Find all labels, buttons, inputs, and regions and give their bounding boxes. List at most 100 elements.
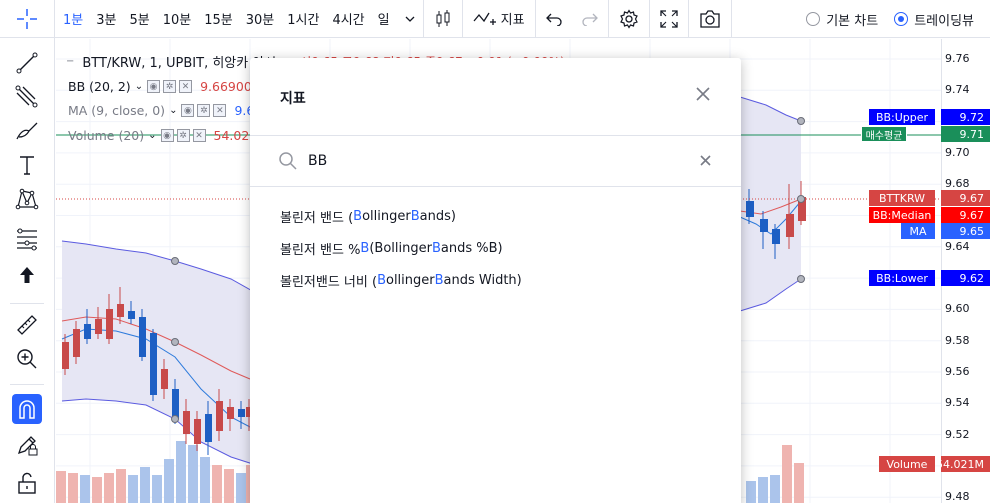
volume-bar bbox=[176, 441, 186, 503]
brush-tool[interactable] bbox=[12, 116, 42, 146]
band-drag-handle bbox=[171, 338, 179, 346]
gear-icon[interactable]: ✲ bbox=[176, 129, 190, 142]
pattern-tool[interactable] bbox=[12, 184, 42, 214]
chevron-down-icon[interactable]: ⌄ bbox=[148, 130, 156, 141]
candle-body bbox=[746, 201, 754, 217]
magnet-tool[interactable] bbox=[12, 394, 42, 424]
price-tag-name: BB:Upper bbox=[869, 109, 935, 125]
bollinger-band-fill bbox=[62, 241, 256, 465]
candle-body bbox=[238, 409, 245, 417]
ruler-tool[interactable] bbox=[12, 310, 42, 340]
interval-7[interactable]: 4시간 bbox=[332, 9, 364, 28]
text-tool[interactable] bbox=[12, 150, 42, 180]
chevron-down-icon[interactable]: ⌄ bbox=[169, 105, 177, 116]
zoom-tool[interactable] bbox=[12, 344, 42, 374]
result-text: ands) bbox=[419, 208, 456, 224]
redo-button[interactable] bbox=[572, 0, 608, 38]
band-drag-handle bbox=[797, 117, 805, 125]
interval-dropdown[interactable] bbox=[403, 0, 423, 38]
volume-bar bbox=[212, 465, 222, 503]
ma-legend-label: MA (9, close, 0) bbox=[68, 103, 166, 118]
price-tick-label: 9.52 bbox=[945, 427, 970, 441]
chart-mode-label: 트레이딩뷰 bbox=[914, 13, 974, 29]
undo-icon bbox=[545, 13, 562, 26]
chevron-down-icon[interactable]: ⌄ bbox=[135, 81, 143, 92]
volume-bar bbox=[164, 459, 174, 503]
pitchfork-tool[interactable] bbox=[12, 82, 42, 112]
fullscreen-button[interactable] bbox=[650, 0, 688, 38]
close-icon[interactable]: ✕ bbox=[192, 129, 206, 142]
arrow-up-icon bbox=[20, 267, 34, 283]
legend-ma: MA (9, close, 0) ⌄ ◉ ✲ ✕ 9.65 bbox=[68, 103, 262, 118]
interval-8[interactable]: 일 bbox=[378, 9, 390, 28]
eye-icon[interactable]: ◉ bbox=[181, 104, 195, 117]
interval-1[interactable]: 3분 bbox=[96, 9, 116, 28]
eye-icon[interactable]: ◉ bbox=[160, 129, 174, 142]
volume-bar bbox=[68, 473, 78, 503]
volume-bar bbox=[188, 445, 198, 503]
lock-drawings-tool[interactable] bbox=[12, 430, 42, 460]
candle-body bbox=[172, 389, 179, 419]
settings-button[interactable] bbox=[609, 0, 649, 38]
volume-bar bbox=[128, 475, 138, 503]
close-icon[interactable]: ✕ bbox=[179, 80, 193, 93]
volume-bar bbox=[80, 475, 90, 503]
gear-icon bbox=[619, 8, 638, 29]
undo-button[interactable] bbox=[536, 0, 572, 38]
chart-mode-radio-1[interactable]: 트레이딩뷰 bbox=[894, 10, 974, 29]
close-icon[interactable] bbox=[695, 86, 711, 102]
result-text: (Bollinger bbox=[369, 240, 432, 256]
collapse-icon[interactable]: − bbox=[66, 56, 74, 67]
result-text: 볼린저 밴드 ( bbox=[280, 210, 354, 226]
fib-tool[interactable] bbox=[12, 224, 42, 254]
interval-4[interactable]: 15분 bbox=[204, 9, 233, 28]
indicator-wave-icon bbox=[473, 12, 496, 25]
gear-icon[interactable]: ✲ bbox=[163, 80, 177, 93]
crosshair-tool[interactable] bbox=[0, 0, 55, 38]
interval-6[interactable]: 1시간 bbox=[287, 9, 319, 28]
indicator-search-input[interactable] bbox=[308, 148, 688, 174]
fullscreen-icon bbox=[659, 9, 678, 28]
interval-5[interactable]: 30분 bbox=[246, 9, 275, 28]
radio-circle bbox=[806, 12, 821, 26]
volume-legend-label: Volume (20) bbox=[68, 128, 145, 143]
result-match-highlight: B bbox=[353, 208, 363, 224]
price-tag-name: 매수평균 bbox=[861, 126, 907, 142]
text-icon bbox=[20, 156, 34, 175]
candle-body bbox=[73, 329, 80, 357]
price-tick-label: 9.60 bbox=[945, 302, 970, 316]
chart-type-button[interactable] bbox=[424, 0, 462, 38]
chart-mode-radio-0[interactable]: 기본 차트 bbox=[806, 10, 878, 29]
volume-bar bbox=[92, 477, 102, 503]
price-tag-name: BTTKRW bbox=[869, 190, 935, 206]
screenshot-button[interactable] bbox=[689, 0, 731, 38]
trendline-tool[interactable] bbox=[12, 48, 42, 78]
clear-search-icon[interactable] bbox=[700, 155, 711, 166]
candle-body bbox=[205, 414, 212, 442]
price-tag-value: 9.67 bbox=[941, 207, 990, 223]
candle-body bbox=[786, 214, 794, 237]
crosshair-icon bbox=[17, 8, 37, 29]
indicator-result-item[interactable]: 볼린저밴드 너비 (Bollinger Bands Width) bbox=[250, 264, 741, 296]
volume-bar bbox=[140, 467, 150, 503]
indicator-result-item[interactable]: 볼린저 밴드 % B (Bollinger Bands %B) bbox=[250, 232, 741, 264]
result-match-highlight: B bbox=[431, 240, 441, 256]
magnet-icon bbox=[19, 400, 35, 419]
interval-2[interactable]: 5분 bbox=[129, 9, 149, 28]
band-drag-handle bbox=[171, 257, 179, 265]
eye-icon[interactable]: ◉ bbox=[147, 80, 161, 93]
arrow-tool[interactable] bbox=[12, 260, 42, 290]
interval-0[interactable]: 1분 bbox=[63, 9, 83, 28]
search-icon bbox=[279, 152, 297, 170]
indicators-button[interactable]: 지표 bbox=[463, 0, 535, 38]
interval-3[interactable]: 10분 bbox=[163, 9, 192, 28]
volume-bar bbox=[782, 445, 792, 503]
bb-legend-value: 9.66900 bbox=[200, 79, 252, 94]
gear-icon[interactable]: ✲ bbox=[197, 104, 211, 117]
unlock-tool[interactable] bbox=[12, 468, 42, 498]
indicator-result-item[interactable]: 볼린저 밴드 (Bollinger Bands) bbox=[250, 200, 741, 232]
price-tick-label: 9.56 bbox=[945, 365, 970, 378]
close-icon[interactable]: ✕ bbox=[213, 104, 227, 117]
candle-body bbox=[106, 309, 113, 339]
redo-icon bbox=[581, 13, 598, 26]
